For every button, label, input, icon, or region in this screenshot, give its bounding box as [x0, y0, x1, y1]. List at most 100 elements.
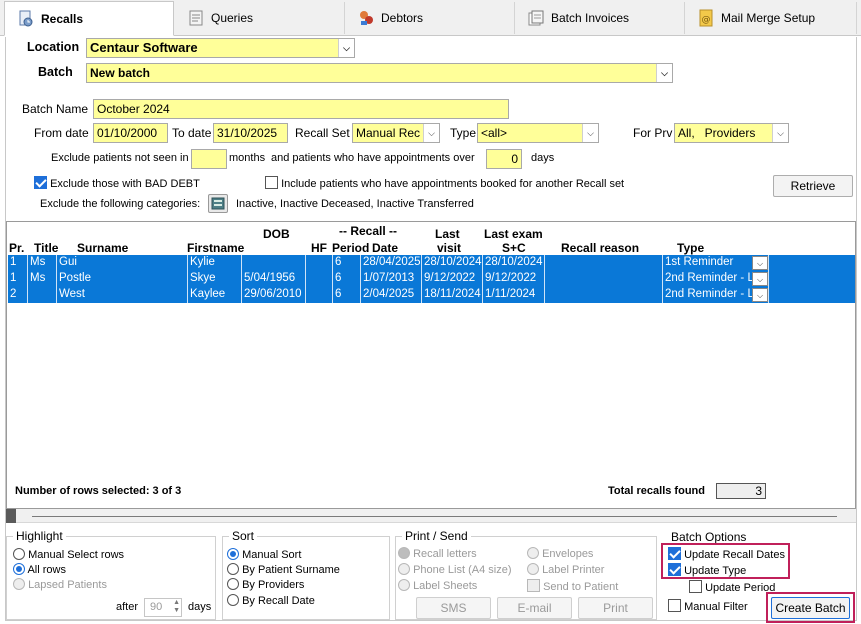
cell-type-value: 2nd Reminder - La — [665, 272, 761, 284]
from-date-input[interactable]: 01/10/2000 — [93, 123, 168, 143]
label-printer-option[interactable]: Label Printer — [527, 563, 604, 576]
sort-providers-option[interactable]: By Providers — [227, 578, 304, 591]
label-sheets-option[interactable]: Label Sheets — [398, 579, 477, 592]
categories-picker-button[interactable] — [208, 194, 228, 213]
scrollbar-thumb[interactable] — [6, 509, 16, 523]
appointments-over-input[interactable]: 0 — [486, 149, 522, 169]
col-pr[interactable]: Pr. — [9, 241, 24, 255]
radio-manual-sort[interactable] — [227, 548, 239, 560]
col-last-exam-1[interactable]: Last exam — [484, 227, 543, 241]
update-period-checkbox[interactable] — [689, 580, 702, 593]
recall-set-combo[interactable]: Manual Rec ⌵ — [352, 123, 440, 143]
tab-queries[interactable]: Queries — [175, 2, 345, 34]
send-to-patient-checkbox[interactable] — [527, 579, 540, 592]
chevron-down-icon[interactable]: ⌵ — [772, 124, 788, 142]
email-button[interactable]: E-mail — [497, 597, 572, 619]
include-booked-option[interactable]: Include patients who have appointments b… — [265, 176, 624, 190]
highlight-lapsed-option[interactable]: Lapsed Patients — [13, 578, 107, 591]
manual-filter-option[interactable]: Manual Filter — [668, 599, 748, 613]
tab-debtors[interactable]: Debtors — [345, 2, 515, 34]
recall-set-label: Recall Set — [295, 126, 350, 140]
col-type[interactable]: Type — [677, 241, 704, 255]
col-date[interactable]: Date — [372, 241, 398, 255]
col-last-visit-1[interactable]: Last — [435, 227, 460, 241]
manual-filter-checkbox[interactable] — [668, 599, 681, 612]
phone-list-option[interactable]: Phone List (A4 size) — [398, 563, 512, 576]
type-combo[interactable]: <all> ⌵ — [477, 123, 599, 143]
exclude-not-seen-input[interactable] — [191, 149, 227, 169]
col-title[interactable]: Title — [34, 241, 58, 255]
batch-combo[interactable]: New batch ⌵ — [86, 63, 673, 83]
envelopes-option[interactable]: Envelopes — [527, 547, 593, 560]
update-type-option[interactable]: Update Type — [668, 563, 746, 577]
radio-manual-select[interactable] — [13, 548, 25, 560]
grid-horizontal-scrollbar[interactable] — [6, 509, 856, 523]
highlight-all-option[interactable]: All rows — [13, 563, 66, 576]
chevron-down-icon[interactable]: ⌵ — [752, 288, 768, 302]
radio-phone-list[interactable] — [398, 563, 410, 575]
col-surname[interactable]: Surname — [77, 241, 128, 255]
cell-last-exam: 1/11/2024 — [483, 287, 545, 303]
cell-type[interactable]: 1st Reminder ⌵ — [663, 255, 769, 271]
radio-lapsed[interactable] — [13, 578, 25, 590]
radio-by-surname[interactable] — [227, 563, 239, 575]
batch-name-label: Batch Name — [22, 102, 89, 116]
col-hf[interactable]: HF — [311, 241, 327, 255]
for-prv-combo[interactable]: All, Providers ⌵ — [674, 123, 789, 143]
table-row[interactable]: 1 Ms Postle Skye 5/04/1956 6 1/07/2013 9… — [8, 271, 855, 287]
col-recall-reason[interactable]: Recall reason — [561, 241, 639, 255]
spinner-arrows-icon[interactable]: ▲ ▼ — [173, 599, 180, 615]
col-last-exam-2[interactable]: S+C — [502, 241, 526, 255]
include-booked-checkbox[interactable] — [265, 176, 278, 189]
col-dob[interactable]: DOB — [263, 227, 290, 241]
after-days-spinner[interactable]: 90 ▲ ▼ — [144, 598, 182, 617]
chevron-down-icon[interactable]: ⌵ — [656, 64, 672, 82]
retrieve-button[interactable]: Retrieve — [773, 175, 853, 197]
update-recall-dates-option[interactable]: Update Recall Dates — [668, 547, 785, 561]
tab-mail-merge-setup[interactable]: @ Mail Merge Setup — [685, 2, 857, 34]
radio-by-recall-date[interactable] — [227, 594, 239, 606]
radio-label-printer[interactable] — [527, 563, 539, 575]
chevron-down-icon[interactable]: ⌵ — [752, 272, 768, 286]
batch-name-input[interactable]: October 2024 — [93, 99, 509, 119]
cell-type[interactable]: 2nd Reminder - La ⌵ — [663, 287, 769, 303]
months-label: months — [229, 152, 266, 164]
update-period-option[interactable]: Update Period — [689, 580, 775, 594]
sort-manual-option[interactable]: Manual Sort — [227, 548, 301, 561]
exclude-bad-debt-label: Exclude those with BAD DEBT — [50, 178, 200, 190]
cell-reason — [545, 255, 663, 271]
update-recall-dates-checkbox[interactable] — [668, 547, 681, 560]
to-date-input[interactable]: 31/10/2025 — [213, 123, 288, 143]
recalls-grid[interactable]: Pr. Title Surname Firstname DOB HF -- Re… — [6, 221, 856, 509]
exclude-bad-debt-option[interactable]: Exclude those with BAD DEBT — [34, 176, 200, 190]
cell-period: 6 — [333, 271, 361, 287]
print-button[interactable]: Print — [578, 597, 653, 619]
tab-recalls[interactable]: Recalls — [4, 1, 174, 36]
tab-batch-invoices[interactable]: Batch Invoices — [515, 2, 685, 34]
chevron-down-icon[interactable]: ⌵ — [582, 124, 598, 142]
cell-type[interactable]: 2nd Reminder - La ⌵ — [663, 271, 769, 287]
send-to-patient-option[interactable]: Send to Patient — [527, 579, 618, 593]
sort-recall-date-option[interactable]: By Recall Date — [227, 594, 315, 607]
exclude-bad-debt-checkbox[interactable] — [34, 176, 47, 189]
radio-envelopes[interactable] — [527, 547, 539, 559]
sort-surname-option[interactable]: By Patient Surname — [227, 563, 340, 576]
location-combo[interactable]: Centaur Software ⌵ — [86, 38, 355, 58]
sms-button[interactable]: SMS — [416, 597, 491, 619]
recall-letters-option[interactable]: Recall letters — [398, 547, 477, 560]
radio-label-sheets[interactable] — [398, 579, 410, 591]
radio-all-rows[interactable] — [13, 563, 25, 575]
radio-by-providers[interactable] — [227, 578, 239, 590]
create-batch-button[interactable]: Create Batch — [771, 597, 850, 619]
col-last-visit-2[interactable]: visit — [437, 241, 461, 255]
chevron-down-icon[interactable]: ⌵ — [338, 39, 354, 57]
table-row[interactable]: 2 West Kaylee 29/06/2010 6 2/04/2025 18/… — [8, 287, 855, 303]
col-period[interactable]: Period — [332, 241, 369, 255]
table-row[interactable]: 1 Ms Gui Kylie 6 28/04/2025 28/10/2024 2… — [8, 255, 855, 271]
update-type-checkbox[interactable] — [668, 563, 681, 576]
chevron-down-icon[interactable]: ⌵ — [752, 256, 768, 270]
radio-recall-letters[interactable] — [398, 547, 410, 559]
highlight-manual-option[interactable]: Manual Select rows — [13, 548, 124, 561]
chevron-down-icon[interactable]: ⌵ — [423, 124, 439, 142]
col-firstname[interactable]: Firstname — [187, 241, 244, 255]
